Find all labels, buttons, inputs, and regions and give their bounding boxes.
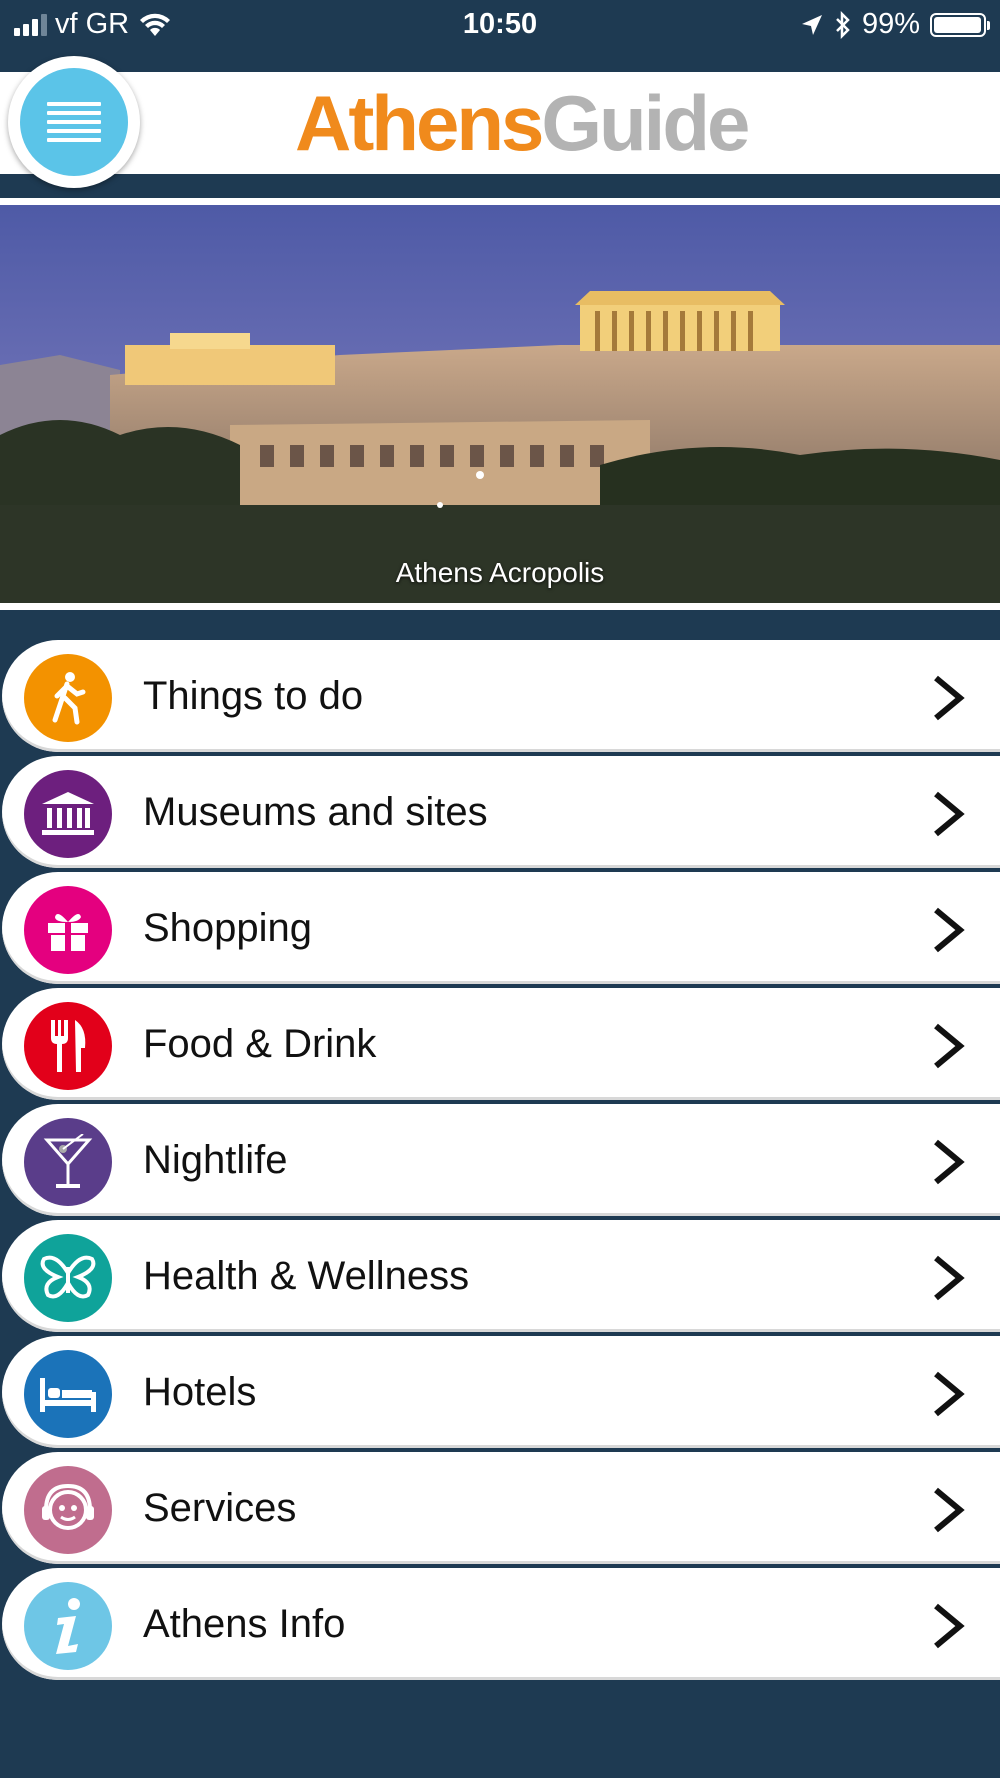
chevron-right-icon	[934, 1255, 965, 1301]
battery-percent: 99%	[861, 8, 920, 40]
menu-item-label: Nightlife	[143, 1138, 288, 1182]
chevron-right-icon	[934, 907, 965, 953]
menu-item-label: Services	[143, 1486, 297, 1530]
menu-item-health-and-wellness[interactable]: Health & Wellness	[2, 1220, 1000, 1332]
menu-item-food-and-drink[interactable]: Food & Drink	[2, 988, 1000, 1100]
chevron-right-icon	[934, 1487, 965, 1533]
hero-banner[interactable]: Athens Acropolis	[0, 198, 1000, 610]
menu-item-label: Hotels	[143, 1370, 257, 1414]
cocktail-glass-icon	[24, 1118, 112, 1206]
chevron-right-icon	[934, 1139, 965, 1185]
butterfly-icon	[24, 1234, 112, 1322]
menu-item-shopping[interactable]: Shopping	[2, 872, 1000, 984]
menu-item-services[interactable]: Services	[2, 1452, 1000, 1564]
status-right: 99%	[800, 8, 990, 41]
menu-item-label: Shopping	[143, 906, 313, 950]
bluetooth-icon	[836, 10, 850, 39]
menu-item-label: Museums and sites	[143, 790, 488, 834]
chevron-right-icon	[934, 1603, 965, 1649]
hero-caption: Athens Acropolis	[395, 557, 605, 588]
logo-athens: Athens	[295, 79, 544, 167]
fork-knife-icon	[24, 1002, 112, 1090]
battery-icon	[930, 12, 990, 37]
menu-item-label: Food & Drink	[143, 1022, 377, 1066]
chevron-right-icon	[934, 1371, 965, 1417]
app-header: AthensGuide	[0, 72, 1000, 174]
menu-item-athens-info[interactable]: Athens Info	[2, 1568, 1000, 1680]
menu-item-label: Things to do	[143, 674, 364, 718]
bed-icon	[24, 1350, 112, 1438]
menu-item-label: Health & Wellness	[143, 1254, 470, 1298]
chevron-right-icon	[934, 791, 965, 837]
gift-icon	[24, 886, 112, 974]
menu-item-things-to-do[interactable]: Things to do	[2, 640, 1000, 752]
location-arrow-icon	[801, 14, 822, 35]
menu-item-nightlife[interactable]: Nightlife	[2, 1104, 1000, 1216]
menu-item-museums-and-sites[interactable]: Museums and sites	[2, 756, 1000, 868]
app-logo: AthensGuide	[295, 78, 750, 169]
menu-item-hotels[interactable]: Hotels	[2, 1336, 1000, 1448]
info-icon	[24, 1582, 112, 1670]
chevron-right-icon	[934, 675, 965, 721]
chevron-right-icon	[934, 1023, 965, 1069]
category-list: Things to do Museums and sites Shopping …	[0, 640, 1000, 1684]
headset-person-icon	[24, 1466, 112, 1554]
museum-building-icon	[24, 770, 112, 858]
list-menu-icon	[20, 68, 128, 176]
status-bar: vf GR 10:50 99%	[0, 0, 1000, 50]
menu-item-label: Athens Info	[143, 1602, 346, 1646]
menu-button[interactable]	[8, 56, 140, 188]
acropolis-photo	[0, 205, 1000, 603]
logo-guide: Guide	[541, 79, 750, 167]
walking-person-icon	[24, 654, 112, 742]
